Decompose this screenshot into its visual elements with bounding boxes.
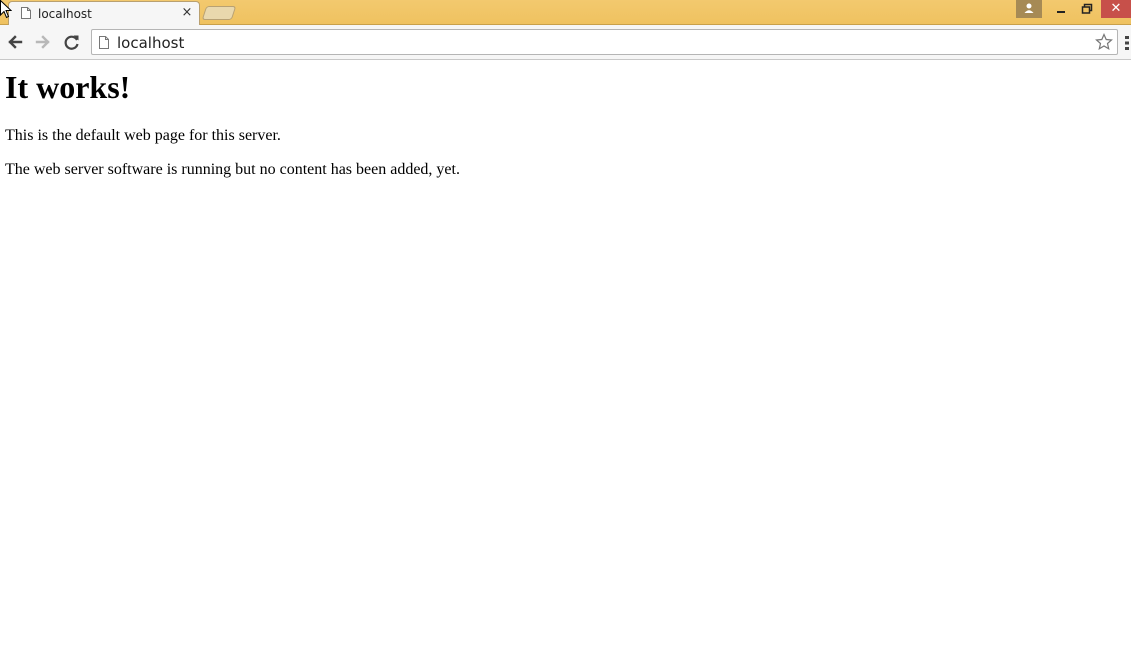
browser-toolbar: localhost (0, 25, 1131, 60)
forward-arrow-icon[interactable] (32, 32, 54, 52)
back-arrow-icon[interactable] (4, 32, 26, 52)
paragraph-default-page: This is the default web page for this se… (5, 127, 281, 144)
mouse-cursor-icon (0, 0, 12, 19)
menu-icon[interactable] (1124, 35, 1130, 51)
page-content: It works! This is the default web page f… (0, 61, 1131, 653)
profile-button[interactable] (1016, 0, 1042, 18)
minimize-icon (1057, 11, 1065, 13)
reload-icon[interactable] (61, 32, 83, 52)
browser-window: localhost × ✕ localhost It works! This i… (0, 0, 1131, 653)
star-icon[interactable] (1095, 33, 1113, 51)
restore-icon (1081, 3, 1093, 14)
paragraph-server-running: The web server software is running but n… (5, 161, 460, 178)
minimize-button[interactable] (1048, 0, 1074, 18)
page-heading: It works! (5, 69, 131, 105)
page-icon (21, 7, 31, 19)
person-icon (1024, 3, 1034, 13)
address-bar[interactable]: localhost (91, 29, 1118, 55)
tab-close-icon[interactable]: × (181, 6, 193, 19)
tab-localhost[interactable]: localhost × (8, 1, 200, 25)
url-text[interactable]: localhost (117, 34, 184, 52)
tab-title: localhost (38, 7, 92, 21)
title-bar: localhost × ✕ (0, 0, 1131, 25)
new-tab-button[interactable] (201, 6, 237, 20)
page-icon (99, 36, 109, 49)
close-icon: ✕ (1110, 1, 1122, 16)
window-close-button[interactable]: ✕ (1101, 0, 1131, 18)
restore-button[interactable] (1074, 0, 1100, 18)
